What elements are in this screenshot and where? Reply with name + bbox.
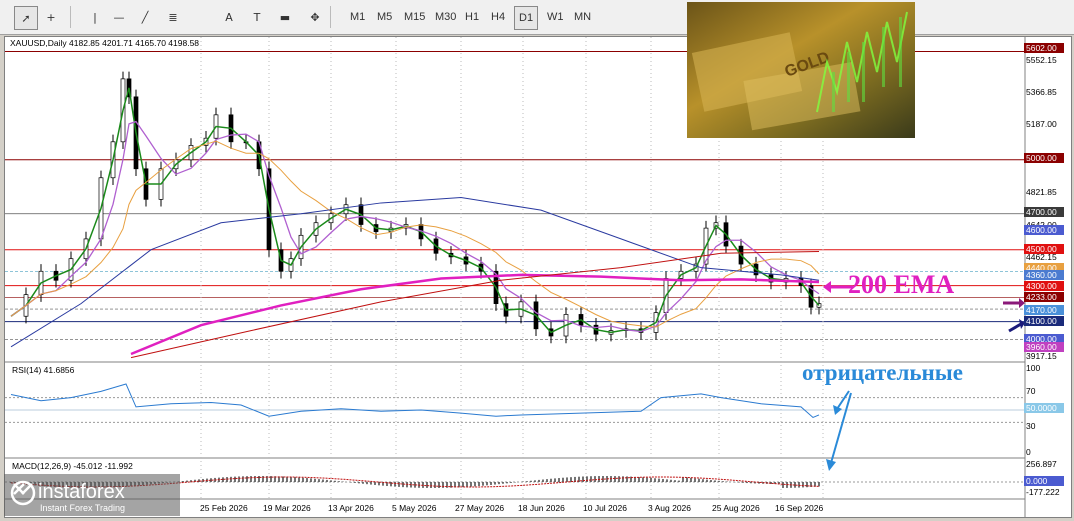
price-tick: 5552.15	[1026, 54, 1057, 65]
text-label-icon[interactable]: T	[246, 6, 268, 28]
rectangle-icon[interactable]: ▬	[274, 6, 296, 28]
price-tag: 5000.00	[1024, 153, 1064, 163]
text-icon[interactable]: A	[218, 6, 240, 28]
price-tag: 4100.00	[1024, 316, 1064, 326]
horizontal-line-icon[interactable]: —	[108, 6, 130, 28]
time-label: 5 May 2026	[392, 503, 437, 513]
price-tag: 5602.00	[1024, 43, 1064, 53]
vertical-line-icon[interactable]: |	[84, 6, 106, 28]
rsi-line	[10, 383, 820, 419]
price-tag: 4700.00	[1024, 207, 1064, 217]
time-label: 16 Sep 2026	[775, 503, 824, 513]
ema-200-line	[130, 273, 820, 356]
timeframe-m15[interactable]: M15	[400, 6, 429, 28]
time-label: 25 Aug 2026	[712, 503, 760, 513]
price-tick: 5187.00	[1026, 119, 1057, 129]
cursor-icon[interactable]: ➚	[14, 6, 38, 30]
price-tag: 4300.00	[1024, 281, 1064, 291]
logo-tagline: Instant Forex Trading	[40, 503, 125, 513]
time-label: 13 Apr 2026	[328, 503, 374, 513]
time-label: 19 Mar 2026	[263, 503, 311, 513]
price-tag: 3960.00	[1024, 342, 1064, 352]
rsi-tick: 30	[1026, 421, 1036, 431]
price-tick: 4821.85	[1026, 187, 1057, 197]
price-tag: 4360.00	[1024, 270, 1064, 280]
gold-photo: GOLD	[687, 2, 915, 138]
timeframe-d1[interactable]: D1	[514, 6, 539, 30]
macd-label: MACD(12,26,9) -45.012 -11.992	[12, 461, 133, 471]
ema-200-label: 200 EMA	[848, 270, 955, 299]
timeframe-m5[interactable]: M5	[373, 6, 396, 28]
ma-blue-line	[10, 197, 820, 348]
fibonacci-icon[interactable]: ≣	[162, 6, 184, 28]
trendline-icon[interactable]: ╱	[134, 6, 156, 28]
arrows-icon[interactable]: ✥	[304, 6, 326, 28]
price-tag: 4600.00	[1024, 225, 1064, 235]
timeframe-h4[interactable]: H4	[487, 6, 509, 28]
toolbar-separator	[70, 6, 71, 28]
ma-medium-line	[10, 120, 820, 333]
time-label: 18 Jun 2026	[518, 503, 565, 513]
rsi-tick: 0	[1026, 447, 1031, 457]
macd-tick: 256.897	[1026, 459, 1057, 469]
macd-arrowhead	[826, 459, 836, 471]
rsi-tick: 100	[1026, 363, 1041, 373]
time-label: 3 Aug 2026	[648, 503, 692, 513]
price-tag: 4233.00	[1024, 292, 1064, 302]
timeframe-w1[interactable]: W1	[543, 6, 568, 28]
price-tick: 5366.85	[1026, 87, 1057, 97]
ma-red-line	[130, 250, 820, 359]
timeframe-m30[interactable]: M30	[431, 6, 460, 28]
ma-slow-line	[10, 140, 820, 328]
crosshair-icon[interactable]: +	[40, 6, 62, 28]
price-tag: 4170.00	[1024, 305, 1064, 315]
negative-label: отрицательные	[802, 360, 963, 385]
arrow-4100	[1008, 322, 1022, 333]
price-tag: 4500.00	[1024, 244, 1064, 254]
timeframe-mn[interactable]: MN	[570, 6, 595, 28]
toolbar-separator	[330, 6, 331, 28]
symbol-header: XAUUSD,Daily 4182.85 4201.71 4165.70 419…	[10, 38, 200, 48]
rsi-tick: 70	[1026, 386, 1036, 396]
price-tick: 3917.15	[1026, 350, 1057, 361]
instaforex-logo: instaforex Instant Forex Trading	[4, 474, 180, 516]
rsi-tag: 50.0000	[1024, 403, 1064, 413]
ema-arrowhead	[823, 281, 831, 293]
time-label: 25 Feb 2026	[200, 503, 248, 513]
logo-brand: instaforex	[38, 481, 125, 503]
macd-tag: 0.000	[1024, 476, 1064, 486]
timeframe-h1[interactable]: H1	[461, 6, 483, 28]
macd-tick: -177.222	[1026, 487, 1060, 497]
time-label: 10 Jul 2026	[583, 503, 627, 513]
rsi-label: RSI(14) 41.6856	[12, 365, 75, 375]
time-label: 27 May 2026	[455, 503, 505, 513]
timeframe-m1[interactable]: M1	[346, 6, 369, 28]
